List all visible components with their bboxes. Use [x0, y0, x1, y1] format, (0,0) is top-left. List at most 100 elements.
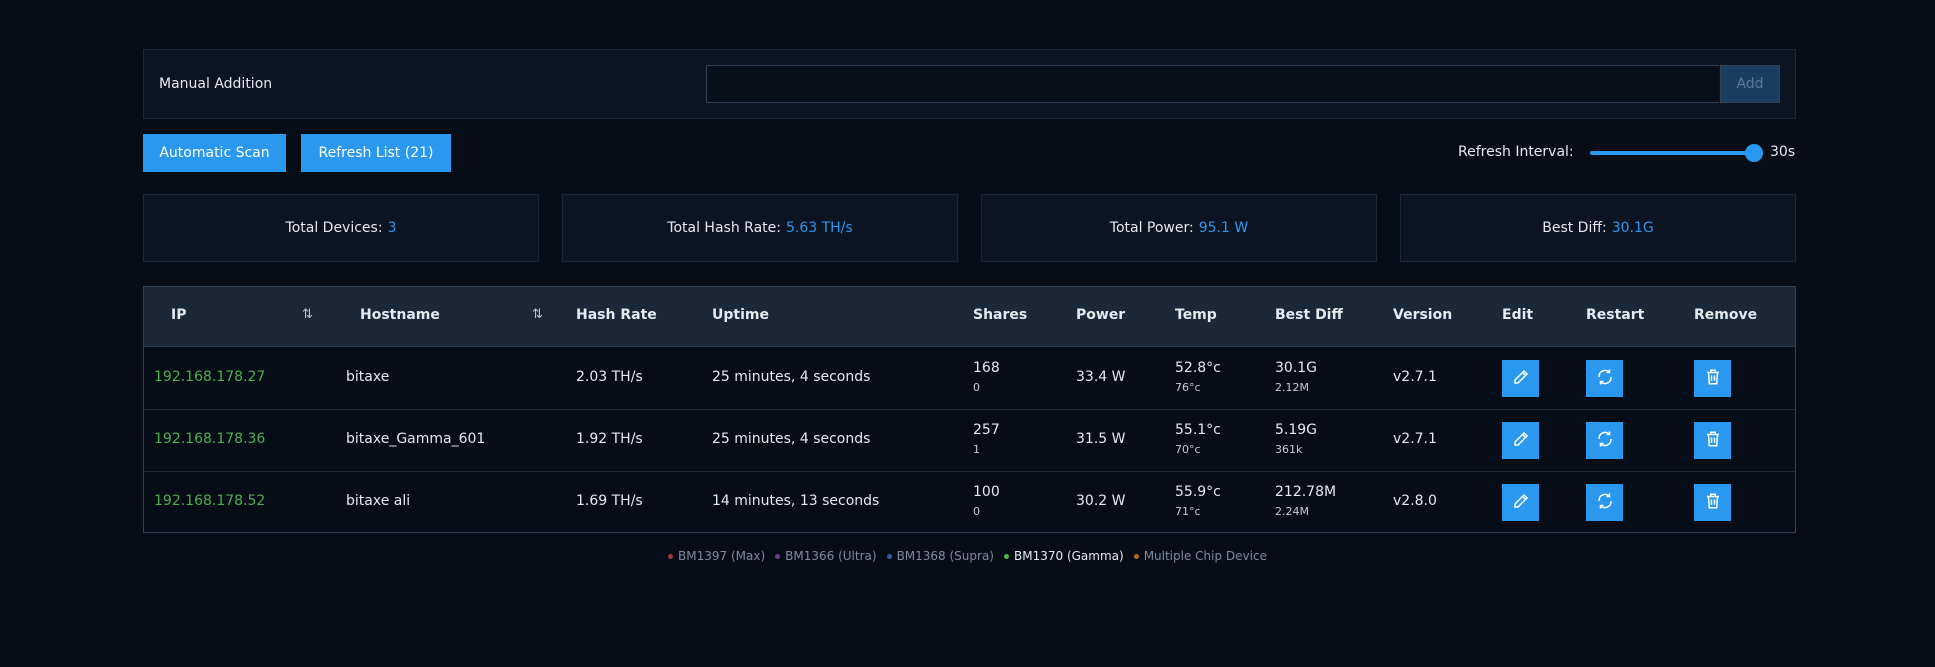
legend-dot [1004, 553, 1009, 559]
device-shares-rejected: 0 [973, 505, 980, 518]
device-vr-temp: 70°c [1175, 443, 1201, 456]
device-uptime: 25 minutes, 4 seconds [712, 431, 871, 447]
total-hashrate-label: Total Hash Rate: [667, 220, 781, 236]
device-shares-accepted: 257 [973, 422, 1000, 438]
header-remove: Remove [1694, 307, 1758, 323]
device-vr-temp: 76°c [1175, 381, 1201, 394]
total-devices-value: 3 [387, 220, 397, 236]
device-bestdiff-session: 361k [1275, 443, 1303, 456]
add-button[interactable]: Add [1720, 65, 1780, 103]
pencil-icon [1512, 368, 1530, 390]
device-version: v2.7.1 [1393, 431, 1437, 447]
device-shares-accepted: 168 [973, 360, 1000, 376]
remove-button[interactable] [1694, 360, 1731, 397]
legend-dot [1133, 553, 1139, 559]
total-devices-card: Total Devices: 3 [143, 194, 539, 262]
devices-table: IP ⇅ Hostname ⇅ Hash Rate Uptime Shares … [143, 286, 1796, 533]
table-row: 192.168.178.27 bitaxe 2.03 TH/s 25 minutes,… [144, 348, 1795, 410]
device-vr-temp: 71°c [1175, 505, 1201, 518]
header-version: Version [1393, 307, 1453, 323]
total-power-card: Total Power: 95.1 W [981, 194, 1377, 262]
device-version: v2.8.0 [1393, 493, 1437, 509]
automatic-scan-button[interactable]: Automatic Scan [143, 134, 286, 172]
device-hashrate: 2.03 TH/s [576, 369, 643, 385]
device-power: 33.4 W [1076, 369, 1126, 385]
legend-item: BM1370 (Gamma) [1004, 549, 1124, 563]
device-shares-accepted: 100 [973, 484, 1000, 500]
legend-label: BM1397 (Max) [678, 549, 766, 563]
total-power-label: Total Power: [1109, 220, 1194, 236]
header-hostname[interactable]: Hostname [360, 307, 440, 323]
device-bestdiff-session: 2.24M [1275, 505, 1309, 518]
device-ip-link[interactable]: 192.168.178.27 [154, 369, 265, 385]
device-ip-link[interactable]: 192.168.178.52 [154, 493, 265, 509]
legend-label: BM1366 (Ultra) [785, 549, 877, 563]
manual-addition-label: Manual Addition [159, 76, 273, 92]
trash-icon [1704, 492, 1722, 514]
edit-button[interactable] [1502, 360, 1539, 397]
total-hashrate-card: Total Hash Rate: 5.63 TH/s [562, 194, 958, 262]
device-version: v2.7.1 [1393, 369, 1437, 385]
legend-item: Multiple Chip Device [1133, 549, 1267, 563]
trash-icon [1704, 430, 1722, 452]
device-bestdiff: 212.78M [1275, 484, 1337, 500]
refresh-interval-slider[interactable] [1590, 151, 1755, 155]
edit-button[interactable] [1502, 422, 1539, 459]
total-devices-label: Total Devices: [285, 220, 383, 236]
device-hostname: bitaxe ali [346, 493, 411, 509]
device-bestdiff-session: 2.12M [1275, 381, 1309, 394]
device-temp: 55.1°c [1175, 422, 1221, 438]
remove-button[interactable] [1694, 422, 1731, 459]
total-power-value: 95.1 W [1198, 220, 1249, 236]
legend-label: BM1370 (Gamma) [1014, 549, 1124, 563]
device-temp: 55.9°c [1175, 484, 1221, 500]
refresh-interval-slider-thumb[interactable] [1745, 144, 1763, 162]
edit-button[interactable] [1502, 484, 1539, 521]
manual-addition-panel: Manual Addition Add [143, 49, 1796, 119]
device-hostname: bitaxe_Gamma_601 [346, 431, 486, 447]
restart-button[interactable] [1586, 360, 1623, 397]
device-hashrate: 1.92 TH/s [576, 431, 643, 447]
remove-button[interactable] [1694, 484, 1731, 521]
chip-legend: BM1397 (Max) BM1366 (Ultra) BM1368 (Supr… [0, 549, 1935, 563]
legend-item: BM1366 (Ultra) [775, 549, 877, 563]
device-hashrate: 1.69 TH/s [576, 493, 643, 509]
header-edit: Edit [1502, 307, 1534, 323]
best-diff-value: 30.1G [1611, 220, 1654, 236]
sort-icon[interactable]: ⇅ [532, 307, 543, 322]
legend-label: BM1368 (Supra) [896, 549, 994, 563]
restart-button[interactable] [1586, 484, 1623, 521]
manual-address-input[interactable] [706, 65, 1719, 103]
restart-button[interactable] [1586, 422, 1623, 459]
pencil-icon [1512, 492, 1530, 514]
best-diff-label: Best Diff: [1542, 220, 1607, 236]
table-row: 192.168.178.52 bitaxe ali 1.69 TH/s 14 minu… [144, 472, 1795, 534]
trash-icon [1704, 368, 1722, 390]
legend-label: Multiple Chip Device [1143, 549, 1267, 563]
device-temp: 52.8°c [1175, 360, 1221, 376]
header-ip[interactable]: IP [171, 307, 186, 323]
device-ip-link[interactable]: 192.168.178.36 [154, 431, 265, 447]
legend-item: BM1397 (Max) [668, 549, 765, 563]
device-hostname: bitaxe [346, 369, 390, 385]
refresh-icon [1596, 430, 1614, 452]
sort-ascending-icon[interactable]: ⇅ [302, 307, 313, 322]
refresh-interval-value: 30s [1770, 144, 1796, 160]
device-power: 31.5 W [1076, 431, 1126, 447]
pencil-icon [1512, 430, 1530, 452]
legend-dot [886, 553, 892, 559]
table-row: 192.168.178.36 bitaxe_Gamma_601 1.92 TH/s 2… [144, 410, 1795, 472]
refresh-list-button[interactable]: Refresh List (21) [301, 134, 451, 172]
legend-dot [668, 553, 674, 559]
header-uptime: Uptime [712, 307, 769, 323]
refresh-interval-label: Refresh Interval: [1458, 144, 1574, 160]
legend-dot [775, 553, 781, 559]
device-shares-rejected: 1 [973, 443, 980, 456]
refresh-icon [1596, 368, 1614, 390]
device-uptime: 25 minutes, 4 seconds [712, 369, 871, 385]
device-uptime: 14 minutes, 13 seconds [712, 493, 880, 509]
device-bestdiff: 5.19G [1275, 422, 1318, 438]
header-bestdiff: Best Diff [1275, 307, 1343, 323]
total-hashrate-value: 5.63 TH/s [785, 220, 853, 236]
best-diff-card: Best Diff: 30.1G [1400, 194, 1796, 262]
